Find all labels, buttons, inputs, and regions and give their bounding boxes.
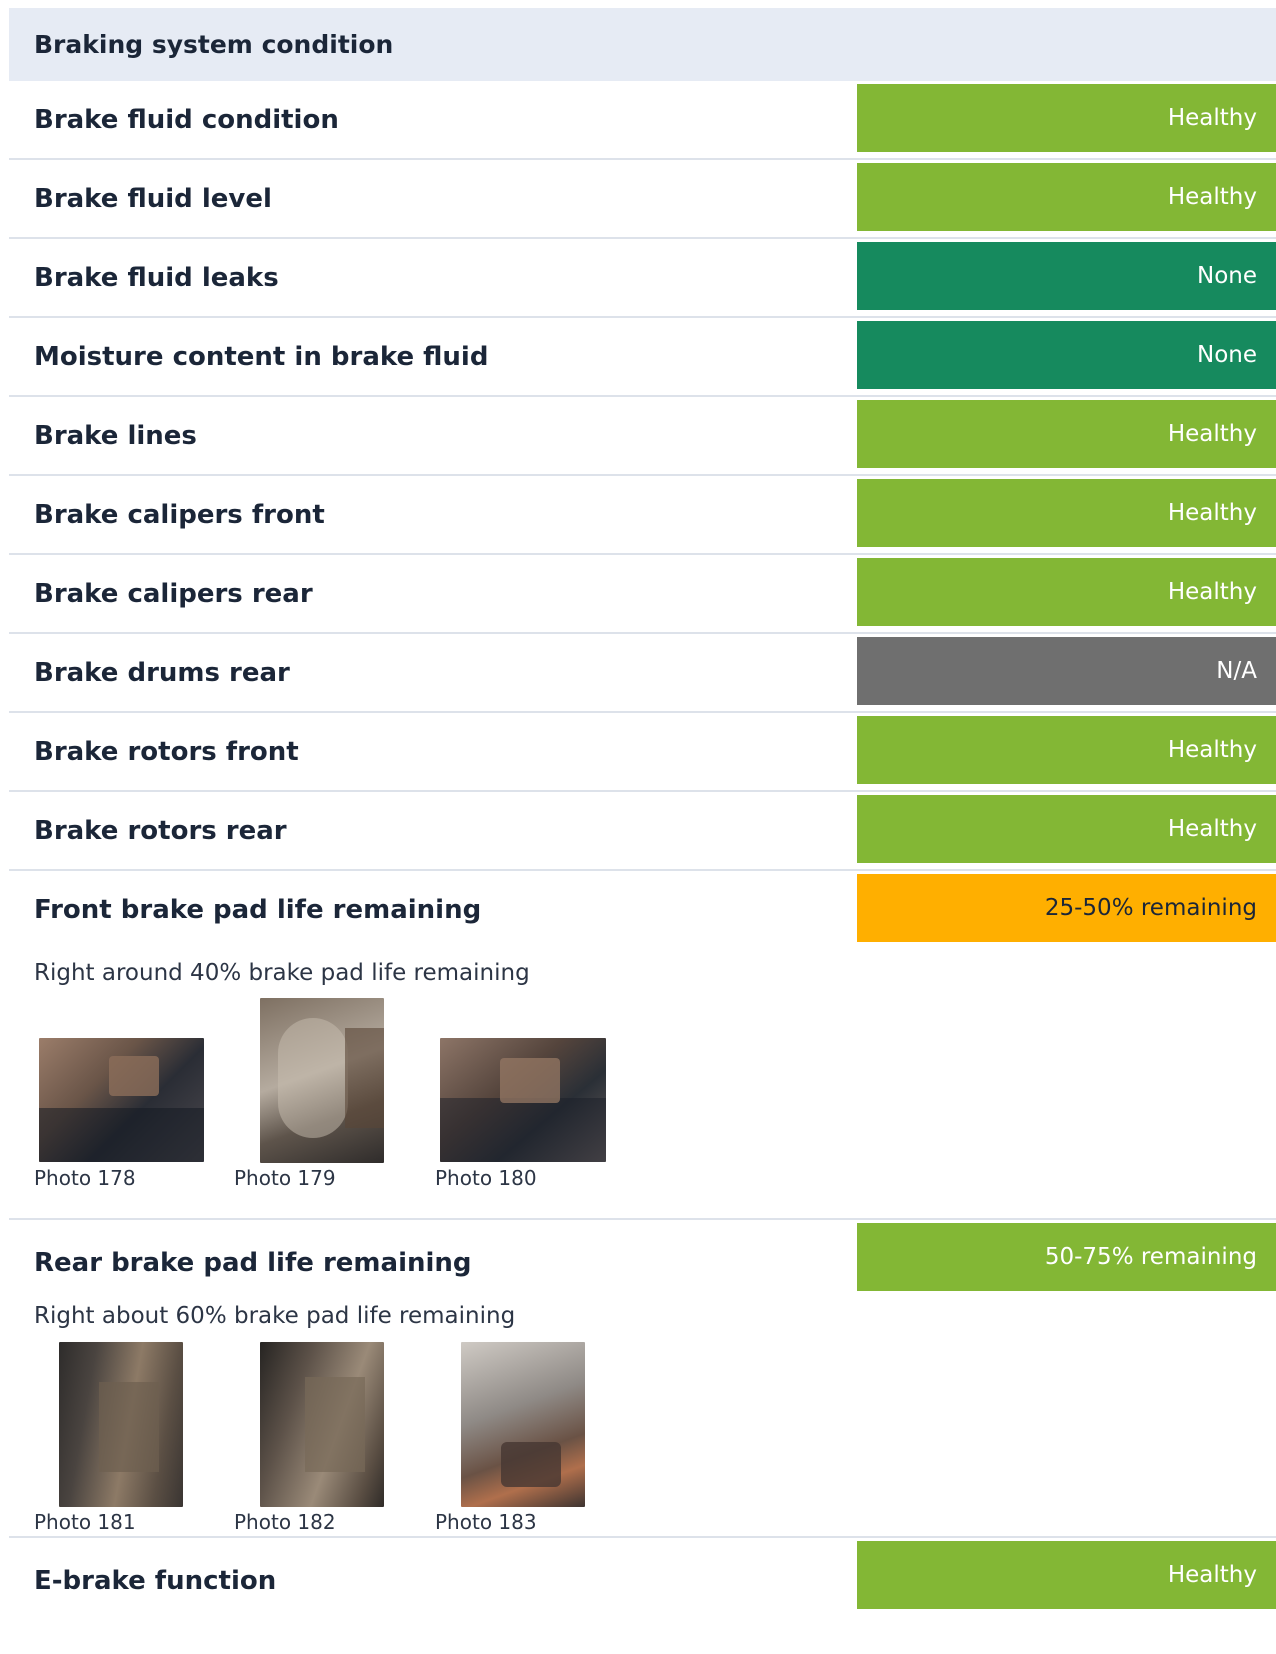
condition-row: Brake drums rear N/A: [9, 634, 1276, 713]
status-badge: None: [857, 321, 1276, 389]
condition-row: Brake lines Healthy: [9, 397, 1276, 476]
row-label: Brake calipers front: [34, 499, 325, 530]
row-label: Brake fluid level: [34, 183, 272, 214]
row-label: Brake rotors front: [34, 736, 299, 767]
front-brake-pad-row: Front brake pad life remaining 25-50% re…: [9, 871, 1276, 1220]
photo-gallery: Photo 178 Photo 179 Photo 180: [9, 998, 1276, 1208]
status-badge: Healthy: [857, 400, 1276, 468]
photo-caption: Photo 179: [234, 1166, 336, 1190]
photo-image[interactable]: [59, 1342, 183, 1507]
section-title: Braking system condition: [9, 8, 1276, 81]
condition-row: Brake calipers rear Healthy: [9, 555, 1276, 634]
photo-image[interactable]: [461, 1342, 585, 1507]
row-label: Front brake pad life remaining: [34, 894, 482, 925]
status-badge: Healthy: [857, 558, 1276, 626]
condition-row: Brake rotors rear Healthy: [9, 792, 1276, 871]
photo-caption: Photo 183: [435, 1510, 537, 1534]
condition-row: Brake rotors front Healthy: [9, 713, 1276, 792]
status-badge: None: [857, 242, 1276, 310]
row-label: Brake drums rear: [34, 657, 290, 688]
condition-row: Brake fluid leaks None: [9, 239, 1276, 318]
status-badge: Healthy: [857, 84, 1276, 152]
row-label: Brake calipers rear: [34, 578, 313, 609]
photo-gallery: Photo 181 Photo 182 Photo 183: [9, 1338, 1276, 1534]
photo-caption: Photo 182: [234, 1510, 336, 1534]
condition-row: Brake fluid condition Healthy: [9, 81, 1276, 160]
inspector-note: Right around 40% brake pad life remainin…: [34, 960, 530, 986]
status-badge: Healthy: [857, 479, 1276, 547]
row-label: Brake fluid leaks: [34, 262, 279, 293]
photo-caption: Photo 180: [435, 1166, 537, 1190]
photo-caption: Photo 181: [34, 1510, 136, 1534]
status-badge: Healthy: [857, 163, 1276, 231]
condition-row: Brake calipers front Healthy: [9, 476, 1276, 555]
row-label: Brake lines: [34, 420, 197, 451]
status-badge: Healthy: [857, 795, 1276, 863]
row-label: Moisture content in brake fluid: [34, 341, 489, 372]
status-badge: Healthy: [857, 1541, 1276, 1609]
row-label: Brake fluid condition: [34, 104, 339, 135]
braking-system-section: Braking system condition Brake fluid con…: [9, 8, 1276, 1615]
status-badge: 50-75% remaining: [857, 1223, 1276, 1291]
status-badge: 25-50% remaining: [857, 874, 1276, 942]
row-label: E-brake function: [34, 1565, 277, 1596]
row-label: Brake rotors rear: [34, 815, 287, 846]
status-badge: Healthy: [857, 716, 1276, 784]
condition-row: Moisture content in brake fluid None: [9, 318, 1276, 397]
condition-row: Brake fluid level Healthy: [9, 160, 1276, 239]
photo-image[interactable]: [440, 1038, 606, 1162]
status-badge: N/A: [857, 637, 1276, 705]
row-label: Rear brake pad life remaining: [34, 1248, 472, 1278]
photo-image[interactable]: [260, 1342, 384, 1507]
inspector-note: Right about 60% brake pad life remaining: [34, 1303, 516, 1329]
photo-caption: Photo 178: [34, 1166, 136, 1190]
photo-image[interactable]: [260, 998, 384, 1163]
photo-image[interactable]: [39, 1038, 204, 1162]
rear-brake-pad-row: Rear brake pad life remaining 50-75% rem…: [9, 1220, 1276, 1538]
ebrake-row: E-brake function Healthy: [9, 1538, 1276, 1615]
